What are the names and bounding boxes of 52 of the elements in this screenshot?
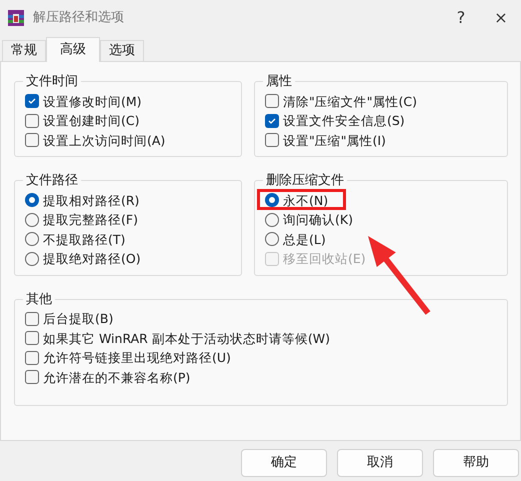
radio-button[interactable] — [25, 193, 39, 208]
checkbox-label: 设置创建时间(C) — [43, 113, 140, 128]
radio-button[interactable] — [25, 232, 39, 246]
checkbox-label: 移至回收站(E) — [283, 251, 366, 266]
checkbox[interactable] — [25, 133, 39, 148]
checkbox[interactable] — [25, 114, 39, 128]
radio-label: 提取绝对路径(O) — [43, 251, 141, 266]
cancel-button[interactable]: 取消 — [337, 449, 423, 477]
ok-button[interactable]: 确定 — [241, 449, 327, 477]
checkbox-label: 设置文件安全信息(S) — [283, 113, 405, 128]
group-title: 删除压缩文件 — [265, 172, 345, 190]
checkbox[interactable] — [265, 114, 279, 128]
tab[interactable]: 选项 — [100, 40, 144, 61]
radio-label: 提取完整路径(F) — [43, 212, 138, 228]
checkbox[interactable] — [25, 312, 39, 326]
checkbox-label: 设置上次访问时间(A) — [43, 132, 166, 148]
checkbox-label: 允许潜在的不兼容名称(P) — [43, 370, 190, 385]
group-title: 其他 — [25, 290, 53, 308]
help-button[interactable]: 帮助 — [433, 449, 519, 477]
radio-label: 永不(N) — [283, 192, 328, 208]
radio-label: 总是(L) — [283, 232, 326, 247]
checkbox-label: 后台提取(B) — [43, 311, 114, 326]
radio-button[interactable] — [265, 193, 279, 208]
radio-label: 提取相对路径(R) — [43, 192, 140, 208]
group-title: 文件时间 — [25, 73, 79, 91]
close-button[interactable]: × — [481, 3, 521, 33]
checkbox-label: 设置"压缩"属性(I) — [283, 132, 386, 148]
help-button[interactable]: ? — [441, 3, 481, 33]
checkbox-label: 设置修改时间(M) — [43, 94, 142, 109]
app-icon — [8, 10, 24, 26]
checkbox[interactable] — [25, 331, 39, 346]
checkbox-label: 如果其它 WinRAR 副本处于活动状态时请等候(W) — [43, 330, 330, 346]
checkbox-label: 允许符号链接里出现绝对路径(U) — [43, 350, 231, 366]
tab[interactable]: 高级 — [46, 37, 100, 62]
tab[interactable]: 常规 — [2, 40, 46, 61]
check-icon — [27, 96, 37, 106]
radio-button[interactable] — [265, 212, 279, 227]
checkbox[interactable] — [25, 350, 39, 365]
checkbox-label: 清除"压缩文件"属性(C) — [283, 94, 417, 109]
group-title: 文件路径 — [25, 172, 79, 190]
checkbox[interactable] — [265, 133, 279, 148]
check-icon — [267, 116, 277, 126]
window-title: 解压路径和选项 — [33, 9, 124, 28]
radio-button[interactable] — [25, 252, 39, 266]
radio-label: 不提取路径(T) — [43, 232, 126, 247]
radio-label: 询问确认(K) — [283, 212, 353, 228]
checkbox[interactable] — [265, 94, 279, 108]
radio-button[interactable] — [265, 232, 279, 246]
group-title: 属性 — [265, 73, 293, 91]
radio-button[interactable] — [25, 212, 39, 227]
checkbox[interactable] — [25, 94, 39, 108]
checkbox[interactable] — [25, 370, 39, 384]
